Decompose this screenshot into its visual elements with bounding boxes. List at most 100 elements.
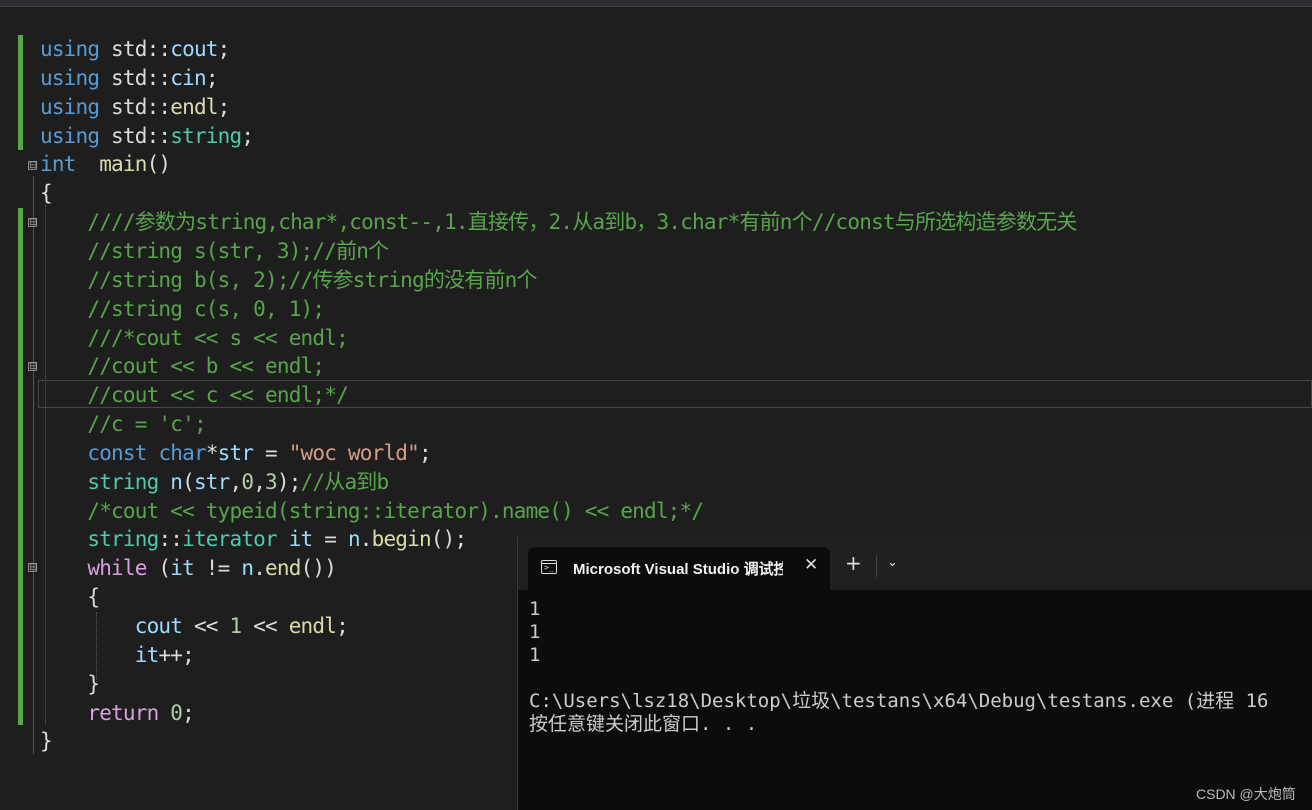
code-token: { [40,585,100,610]
code-token: char [158,440,206,465]
console-tab-bar: >_ Microsoft Visual Studio 调试控制台 ✕ + ⌄ [518,537,1312,590]
code-token: = [253,440,289,465]
code-token: ); [276,469,301,494]
code-token: /*cout << typeid(string::iterator).name(… [87,498,704,523]
code-line[interactable]: //string s(str, 3);//前n个 [40,237,389,266]
console-tab[interactable]: >_ Microsoft Visual Studio 调试控制台 ✕ [528,547,830,590]
code-token: using [40,37,100,61]
fold-marker[interactable]: ⊟ [28,362,37,372]
code-token: std:: [99,65,171,90]
code-line[interactable]: //string c(s, 0, 1); [40,295,325,324]
code-token: cout [134,614,183,638]
debug-console-window[interactable]: >_ Microsoft Visual Studio 调试控制台 ✕ + ⌄ 1… [517,537,1312,810]
code-line[interactable]: } [40,727,53,756]
code-token: cin [170,65,206,90]
code-line[interactable]: using std::endl; [40,93,230,122]
code-token: << [182,614,230,638]
code-token: const [87,440,147,465]
change-indicator [18,35,23,150]
code-line[interactable]: { [40,583,100,612]
console-tab-title: Microsoft Visual Studio 调试控制台 [573,561,783,578]
code-token: //string c(s, 0, 1); [87,296,325,321]
code-token: ; [182,700,195,725]
code-token: int [40,152,76,177]
code-token: return [87,700,159,725]
code-line[interactable]: it++; [40,641,195,670]
code-token: () [146,152,171,177]
code-token: cout [170,37,218,61]
outline-line [33,176,34,754]
code-token: 3 [265,469,278,494]
code-token: //string b(s, 2);//传参string的没有前n个 [87,267,537,292]
code-token: endl [170,94,218,119]
code-token: ; [336,614,349,638]
code-token: //c = 'c'; [87,412,206,437]
code-token: ()) [300,556,337,581]
code-line[interactable]: using std::cout; [40,35,230,64]
code-token: using [40,65,100,90]
code-token: using [40,94,100,119]
fold-marker[interactable]: ⊟ [28,161,37,171]
code-line[interactable]: //string b(s, 2);//传参string的没有前n个 [40,266,537,295]
code-token: ; [205,65,219,90]
plus-icon[interactable]: + [845,553,862,573]
console-output-line: 按任意键关闭此窗口. . . [529,713,758,735]
code-token: begin [371,527,432,552]
code-token: ///*cout << s << endl; [87,325,348,350]
code-token: } [40,671,100,696]
code-token: = [312,527,348,552]
tab-separator [876,555,877,577]
code-token: std:: [99,94,171,119]
code-line[interactable]: cout << 1 << endl; [40,612,349,641]
code-token: ; [217,94,231,119]
code-line[interactable]: //cout << b << endl; [40,352,325,381]
close-icon[interactable]: ✕ [804,555,818,575]
code-token: ; [217,37,231,61]
code-token: . [253,556,266,581]
fold-marker[interactable]: ⊟ [28,563,37,573]
code-line[interactable]: /*cout << typeid(string::iterator).name(… [40,497,704,526]
code-line[interactable]: int main() [40,150,171,179]
code-token: it [170,556,194,581]
code-token: } [40,729,53,754]
code-token: , [229,469,243,494]
code-line[interactable]: using std::cin; [40,64,218,93]
code-line[interactable]: //cout << c << endl;*/ [40,381,348,410]
code-line[interactable]: ////参数为string,char*,const--,1.直接传，2.从a到b… [40,208,1077,237]
console-output-line: C:\Users\lsz18\Desktop\垃圾\testans\x64\De… [529,690,1269,712]
code-line[interactable]: using std::string; [40,122,254,151]
code-token: * [205,440,219,465]
code-line[interactable]: while (it != n.end()) [40,554,337,583]
code-line[interactable]: } [40,670,100,699]
terminal-icon: >_ [541,560,557,574]
code-token: n [241,556,254,581]
code-line[interactable]: const char*str = "woc world"; [40,439,431,468]
code-line[interactable]: { [40,179,53,208]
code-line[interactable]: string n(str,0,3);//从a到b [40,468,389,497]
fold-marker[interactable]: ⊟ [28,218,37,228]
code-token: ////参数为string,char*,const--,1.直接传，2.从a到b… [87,210,1077,235]
code-token: 1 [229,614,243,638]
code-token: << [241,614,289,638]
code-line[interactable]: //c = 'c'; [40,410,206,439]
code-token: endl [288,614,337,638]
code-line[interactable]: string::iterator it = n.begin(); [40,525,467,554]
console-output-line: 1 [529,621,541,643]
code-line[interactable]: ///*cout << s << endl; [40,324,348,353]
code-token: using [40,123,100,148]
code-line[interactable]: return 0; [40,699,194,728]
chevron-down-icon[interactable]: ⌄ [887,555,898,570]
code-token: , [253,469,266,494]
code-token: it [134,642,159,667]
